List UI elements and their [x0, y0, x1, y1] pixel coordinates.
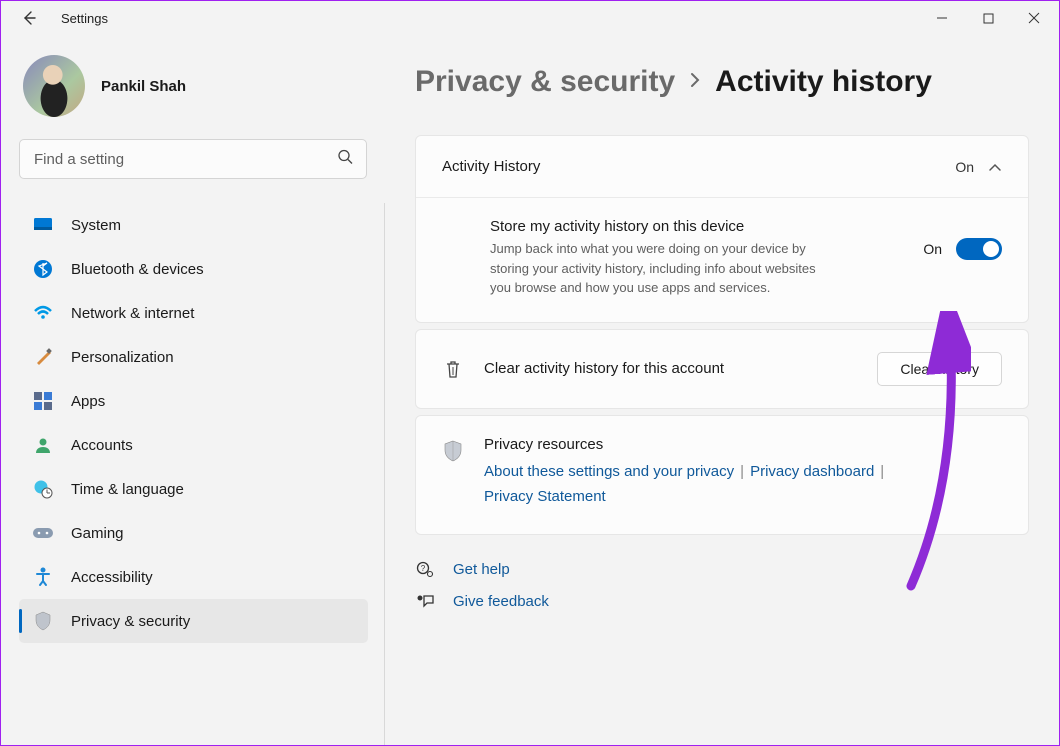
sidebar-item-personalization[interactable]: Personalization: [19, 335, 368, 379]
activity-history-card: Activity History On Store my activity hi…: [415, 135, 1029, 323]
sidebar-item-gaming[interactable]: Gaming: [19, 511, 368, 555]
main-content: Privacy & security Activity history Acti…: [385, 35, 1059, 745]
sidebar-item-label: Bluetooth & devices: [71, 261, 204, 278]
card-title: Activity History: [442, 158, 540, 175]
setting-title: Store my activity history on this device: [490, 218, 820, 235]
toggle-label: On: [923, 241, 942, 257]
clear-history-card: Clear activity history for this account …: [415, 329, 1029, 409]
titlebar: Settings: [1, 1, 1059, 35]
system-icon: [33, 215, 53, 235]
privacy-resources-card: Privacy resources About these settings a…: [415, 415, 1029, 535]
back-arrow-icon: [21, 10, 37, 26]
setting-description: Jump back into what you were doing on yo…: [490, 239, 820, 298]
link-privacy-statement[interactable]: Privacy Statement: [484, 488, 606, 505]
nav-list: System Bluetooth & devices Network & int…: [19, 203, 385, 745]
activity-history-header[interactable]: Activity History On: [416, 136, 1028, 197]
sidebar-item-label: Privacy & security: [71, 613, 190, 630]
give-feedback-link[interactable]: Give feedback: [415, 593, 1029, 610]
minimize-button[interactable]: [919, 3, 965, 33]
feedback-icon: [415, 593, 435, 609]
store-activity-toggle[interactable]: [956, 238, 1002, 260]
sidebar-item-label: Accounts: [71, 437, 133, 454]
sidebar-item-privacy[interactable]: Privacy & security: [19, 599, 368, 643]
breadcrumb: Privacy & security Activity history: [415, 65, 1029, 99]
sidebar-item-apps[interactable]: Apps: [19, 379, 368, 423]
card-state: On: [955, 159, 974, 175]
breadcrumb-current: Activity history: [715, 65, 932, 99]
link-about-privacy[interactable]: About these settings and your privacy: [484, 463, 734, 480]
wifi-icon: [33, 303, 53, 323]
sidebar-item-accounts[interactable]: Accounts: [19, 423, 368, 467]
sidebar-item-label: Time & language: [71, 481, 184, 498]
close-button[interactable]: [1011, 3, 1057, 33]
sidebar-item-system[interactable]: System: [19, 203, 368, 247]
sidebar: Pankil Shah System Bluetooth & devices N…: [1, 35, 385, 745]
shield-icon: [33, 611, 53, 631]
sidebar-item-label: Gaming: [71, 525, 124, 542]
sidebar-item-time[interactable]: Time & language: [19, 467, 368, 511]
link-privacy-dashboard[interactable]: Privacy dashboard: [750, 463, 874, 480]
user-profile[interactable]: Pankil Shah: [19, 55, 367, 117]
accessibility-icon: [33, 567, 53, 587]
sidebar-item-bluetooth[interactable]: Bluetooth & devices: [19, 247, 368, 291]
footer-links: ? Get help Give feedback: [415, 561, 1029, 610]
breadcrumb-parent[interactable]: Privacy & security: [415, 65, 675, 99]
sidebar-item-label: System: [71, 217, 121, 234]
user-name: Pankil Shah: [101, 78, 186, 95]
give-feedback-label: Give feedback: [453, 593, 549, 610]
sidebar-item-network[interactable]: Network & internet: [19, 291, 368, 335]
sidebar-item-label: Network & internet: [71, 305, 194, 322]
minimize-icon: [936, 12, 948, 24]
get-help-link[interactable]: ? Get help: [415, 561, 1029, 579]
maximize-icon: [983, 13, 994, 24]
sidebar-item-label: Accessibility: [71, 569, 153, 586]
chevron-right-icon: [689, 71, 701, 94]
get-help-label: Get help: [453, 561, 510, 578]
paintbrush-icon: [33, 347, 53, 367]
chevron-up-icon: [988, 159, 1002, 175]
search-input[interactable]: [19, 139, 367, 179]
clock-globe-icon: [33, 479, 53, 499]
apps-icon: [33, 391, 53, 411]
sidebar-item-accessibility[interactable]: Accessibility: [19, 555, 368, 599]
bluetooth-icon: [33, 259, 53, 279]
store-activity-setting: Store my activity history on this device…: [416, 197, 1028, 322]
person-icon: [33, 435, 53, 455]
close-icon: [1028, 12, 1040, 24]
shield-icon: [442, 440, 464, 462]
gaming-icon: [33, 523, 53, 543]
app-name: Settings: [61, 11, 108, 26]
maximize-button[interactable]: [965, 3, 1011, 33]
back-button[interactable]: [21, 10, 37, 26]
clear-history-button[interactable]: Clear history: [877, 352, 1002, 386]
sidebar-item-label: Apps: [71, 393, 105, 410]
search-wrap: [19, 139, 367, 179]
help-icon: ?: [415, 561, 435, 579]
sidebar-item-label: Personalization: [71, 349, 174, 366]
window-controls: [919, 3, 1057, 33]
clear-history-label: Clear activity history for this account: [484, 360, 857, 377]
resources-title: Privacy resources: [484, 436, 1002, 453]
avatar: [23, 55, 85, 117]
svg-text:?: ?: [421, 564, 426, 573]
trash-icon: [442, 359, 464, 379]
search-icon: [337, 149, 353, 170]
